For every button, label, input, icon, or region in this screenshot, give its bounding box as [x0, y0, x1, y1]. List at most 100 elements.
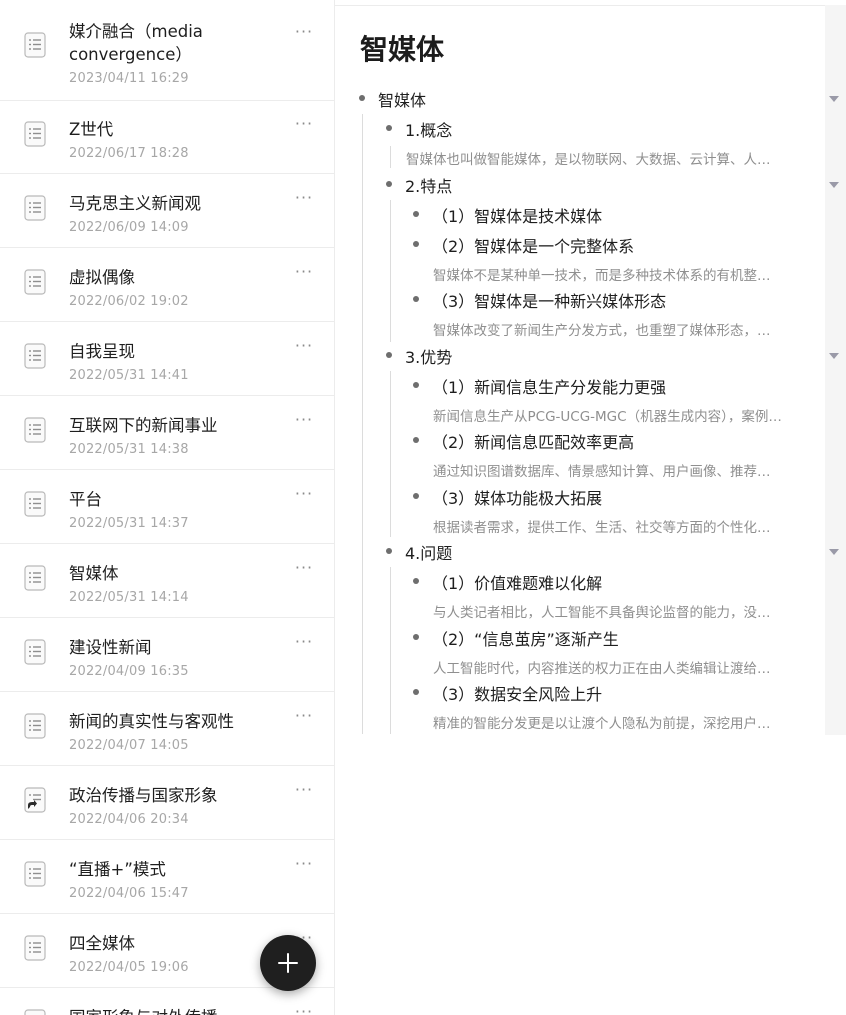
more-options-icon[interactable]: ···	[288, 484, 320, 504]
document-title: 平台	[69, 490, 102, 509]
more-options-icon[interactable]: ···	[288, 854, 320, 874]
node-note[interactable]: 新闻信息生产从PCG-UCG-MGC（机器生成内容），案例…	[433, 405, 833, 425]
indent-guide	[390, 371, 391, 537]
bullet[interactable]	[413, 211, 419, 217]
document-title: 新闻的真实性与客观性	[69, 712, 234, 731]
bullet[interactable]	[413, 493, 419, 499]
document-list-item[interactable]: 互联网下的新闻事业 2022/05/31 14:38 ···	[0, 396, 334, 470]
bullet[interactable]	[386, 181, 392, 187]
collapse-toggle-icon[interactable]	[829, 353, 839, 359]
collapse-toggle-icon[interactable]	[829, 96, 839, 102]
document-list-item[interactable]: 政治传播与国家形象 2022/04/06 20:34 ···	[0, 766, 334, 840]
outline-node-problem-2[interactable]: （2）“信息茧房”逐渐产生	[432, 626, 619, 650]
document-icon	[24, 195, 46, 221]
document-date: 2022/06/09 14:09	[69, 220, 189, 235]
document-date: 2022/04/06 20:34	[69, 812, 189, 827]
outline-node-advantage-3[interactable]: （3）媒体功能极大拓展	[432, 485, 602, 509]
outline-node-concept[interactable]: 1.概念	[405, 117, 452, 141]
document-list-sidebar: 媒介融合（media convergence） 2023/04/11 16:29 ·…	[0, 0, 335, 1015]
bullet[interactable]	[413, 296, 419, 302]
document-icon	[24, 861, 46, 887]
outline-node-advantage-1[interactable]: （1）新闻信息生产分发能力更强	[432, 374, 666, 398]
node-note[interactable]: 人工智能时代，内容推送的权力正在由人类编辑让渡给…	[433, 657, 833, 677]
document-list-item[interactable]: 平台 2022/05/31 14:37 ···	[0, 470, 334, 544]
outline-node-problem-1[interactable]: （1）价值难题难以化解	[432, 570, 602, 594]
document-date: 2022/04/05 19:06	[69, 960, 189, 975]
node-note[interactable]: 智媒体改变了新闻生产分发方式，也重塑了媒体形态，…	[433, 319, 833, 339]
more-options-icon[interactable]: ···	[288, 558, 320, 578]
document-list-item[interactable]: 马克思主义新闻观 2022/06/09 14:09 ···	[0, 174, 334, 248]
bullet[interactable]	[386, 548, 392, 554]
shared-document-icon	[24, 787, 46, 813]
document-title: 虚拟偶像	[69, 268, 135, 287]
document-list-item[interactable]: 国家形象与对外传播 ···	[0, 988, 334, 1015]
document-date: 2022/06/17 18:28	[69, 146, 189, 161]
document-list-item[interactable]: Z世代 2022/06/17 18:28 ···	[0, 100, 334, 174]
collapse-toggle-icon[interactable]	[829, 549, 839, 555]
document-list-item[interactable]: 建设性新闻 2022/04/09 16:35 ···	[0, 618, 334, 692]
more-options-icon[interactable]: ···	[288, 780, 320, 800]
more-options-icon[interactable]: ···	[288, 262, 320, 282]
node-note[interactable]: 智媒体也叫做智能媒体，是以物联网、大数据、云计算、人…	[406, 148, 806, 168]
new-document-button[interactable]	[260, 935, 316, 991]
document-date: 2022/05/31 14:14	[69, 590, 189, 605]
scroll-track[interactable]	[825, 5, 846, 735]
node-note[interactable]: 根据读者需求，提供工作、生活、社交等方面的个性化…	[433, 516, 833, 536]
document-title: 四全媒体	[69, 934, 135, 953]
more-options-icon[interactable]: ···	[288, 336, 320, 356]
document-icon	[24, 935, 46, 961]
node-note[interactable]: 与人类记者相比，人工智能不具备舆论监督的能力，没…	[433, 601, 833, 621]
document-icon	[24, 491, 46, 517]
page-title: 智媒体	[360, 33, 445, 66]
bullet[interactable]	[386, 352, 392, 358]
document-icon	[24, 32, 46, 58]
outline-node-feature-3[interactable]: （3）智媒体是一种新兴媒体形态	[432, 288, 666, 312]
more-options-icon[interactable]: ···	[288, 188, 320, 208]
document-list-item[interactable]: 虚拟偶像 2022/06/02 19:02 ···	[0, 248, 334, 322]
outline-node-feature-1[interactable]: （1）智媒体是技术媒体	[432, 203, 602, 227]
indent-guide	[362, 114, 363, 734]
bullet[interactable]	[413, 634, 419, 640]
document-title: 自我呈现	[69, 342, 135, 361]
outline-node-advantages[interactable]: 3.优势	[405, 344, 452, 368]
document-icon	[24, 565, 46, 591]
bullet[interactable]	[413, 241, 419, 247]
document-list-item[interactable]: 智媒体 2022/05/31 14:14 ···	[0, 544, 334, 618]
more-options-icon[interactable]: ···	[288, 1002, 320, 1015]
outline-node-features[interactable]: 2.特点	[405, 173, 452, 197]
bullet[interactable]	[413, 382, 419, 388]
document-date: 2022/05/31 14:41	[69, 368, 189, 383]
document-date: 2022/04/09 16:35	[69, 664, 189, 679]
outline-node-root[interactable]: 智媒体	[378, 87, 426, 111]
node-note[interactable]: 智媒体不是某种单一技术，而是多种技术体系的有机整…	[433, 264, 833, 284]
document-title: 建设性新闻	[69, 638, 152, 657]
document-list-item[interactable]: 媒介融合（media convergence） 2023/04/11 16:29 ·…	[0, 0, 334, 101]
outline-node-problem-3[interactable]: （3）数据安全风险上升	[432, 681, 602, 705]
more-options-icon[interactable]: ···	[288, 410, 320, 430]
bullet[interactable]	[413, 689, 419, 695]
document-icon	[24, 1009, 46, 1015]
outline-node-feature-2[interactable]: （2）智媒体是一个完整体系	[432, 233, 634, 257]
document-list-item[interactable]: “直播+”模式 2022/04/06 15:47 ···	[0, 840, 334, 914]
document-date: 2022/05/31 14:38	[69, 442, 189, 457]
outline-node-problems[interactable]: 4.问题	[405, 540, 452, 564]
node-note[interactable]: 精准的智能分发更是以让渡个人隐私为前提，深挖用户…	[433, 712, 833, 732]
bullet[interactable]	[359, 95, 365, 101]
divider	[335, 5, 825, 6]
document-list-item[interactable]: 自我呈现 2022/05/31 14:41 ···	[0, 322, 334, 396]
document-title: 马克思主义新闻观	[69, 194, 201, 213]
bullet[interactable]	[413, 437, 419, 443]
more-options-icon[interactable]: ···	[288, 706, 320, 726]
more-options-icon[interactable]: ···	[288, 114, 320, 134]
outline-node-advantage-2[interactable]: （2）新闻信息匹配效率更高	[432, 429, 634, 453]
collapse-toggle-icon[interactable]	[829, 182, 839, 188]
more-options-icon[interactable]: ···	[288, 22, 320, 42]
document-list-item[interactable]: 新闻的真实性与客观性 2022/04/07 14:05 ···	[0, 692, 334, 766]
document-icon	[24, 417, 46, 443]
document-icon	[24, 121, 46, 147]
bullet[interactable]	[413, 578, 419, 584]
more-options-icon[interactable]: ···	[288, 632, 320, 652]
document-title: “直播+”模式	[69, 860, 166, 879]
bullet[interactable]	[386, 125, 392, 131]
node-note[interactable]: 通过知识图谱数据库、情景感知计算、用户画像、推荐…	[433, 460, 833, 480]
